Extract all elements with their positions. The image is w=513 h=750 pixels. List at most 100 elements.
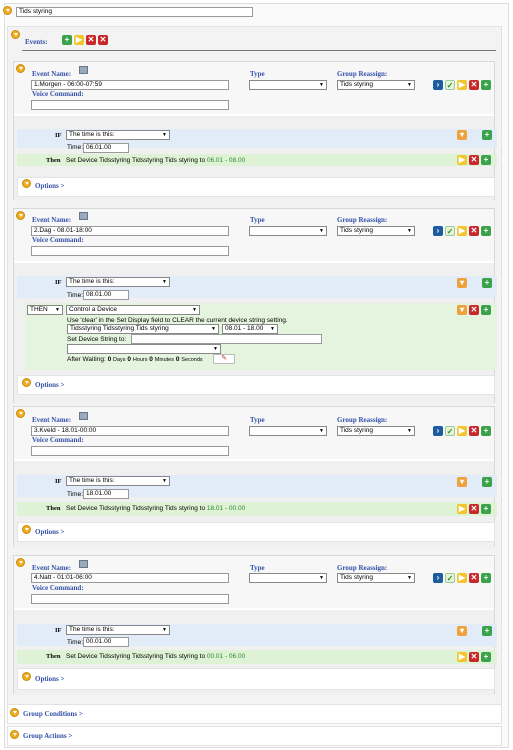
type-select[interactable] <box>249 80 327 90</box>
event-name-label: Event Name: <box>32 564 72 572</box>
event-name-input[interactable]: 4.Natt - 01:01-06:00 <box>31 573 229 583</box>
type-select[interactable] <box>249 573 327 583</box>
copy-event-icon[interactable]: + <box>481 80 491 90</box>
add-action-icon[interactable]: + <box>481 652 491 662</box>
group-reassign-select[interactable]: Tids styring <box>337 80 415 90</box>
test-event-icon[interactable]: ▶ <box>457 226 467 236</box>
time-input[interactable]: 08.01.00 <box>83 290 129 300</box>
condition-toggle-icon[interactable]: ▾ <box>457 477 467 487</box>
group-reassign-select[interactable]: Tids styring <box>337 573 415 583</box>
device-value-select[interactable]: 08.01 - 18.00 <box>222 324 278 334</box>
test-event-icon[interactable]: ▶ <box>457 426 467 436</box>
test-action-icon[interactable]: ▶ <box>457 155 467 165</box>
condition-select[interactable]: The time is this: <box>66 476 170 486</box>
enable-event-icon[interactable]: ✓ <box>445 226 455 236</box>
group-collapse-toggle[interactable] <box>3 6 12 15</box>
run-event-icon[interactable]: › <box>433 226 443 236</box>
options-link[interactable]: Options > <box>35 182 64 190</box>
test-action-icon[interactable]: ▶ <box>457 652 467 662</box>
condition-toggle-icon[interactable]: ▾ <box>457 130 467 140</box>
type-select[interactable] <box>249 226 327 236</box>
copy-event-icon[interactable]: + <box>481 573 491 583</box>
group-conditions-toggle[interactable] <box>10 708 19 717</box>
delete-events-icon[interactable]: ✕ <box>98 35 108 45</box>
event-name-input[interactable]: 1.Morgen - 06:00-07:59 <box>31 80 229 90</box>
type-select[interactable] <box>249 426 327 436</box>
after-waiting-row: After Waiting: 0 Days 0 Hours 0 Minutes … <box>67 356 203 363</box>
run-event-icon[interactable]: › <box>433 426 443 436</box>
test-event-icon[interactable]: ▶ <box>457 80 467 90</box>
group-name-input[interactable]: Tids styring <box>16 7 253 17</box>
options-link[interactable]: Options > <box>35 528 64 536</box>
delete-action-icon[interactable]: ✕ <box>469 504 479 514</box>
add-condition-icon[interactable]: + <box>482 626 492 636</box>
voice-command-input[interactable] <box>31 100 229 110</box>
edit-name-icon[interactable] <box>79 412 88 420</box>
add-condition-icon[interactable]: + <box>482 477 492 487</box>
events-collapse-toggle[interactable] <box>11 30 20 39</box>
options-link[interactable]: Options > <box>35 675 64 683</box>
set-string-input[interactable] <box>131 334 322 344</box>
delete-event-icon[interactable]: ✕ <box>469 573 479 583</box>
time-input[interactable]: 00.01.00 <box>83 637 129 647</box>
disable-events-icon[interactable]: ✕ <box>86 35 96 45</box>
add-action-icon[interactable]: + <box>481 504 491 514</box>
delete-event-icon[interactable]: ✕ <box>469 80 479 90</box>
edit-wait-icon[interactable]: ✎ <box>213 354 235 364</box>
group-actions-toggle[interactable] <box>10 730 19 739</box>
copy-event-icon[interactable]: + <box>481 426 491 436</box>
action-type-select[interactable]: Control a Device <box>66 305 200 315</box>
copy-event-icon[interactable]: + <box>481 226 491 236</box>
group-reassign-select[interactable]: Tids styring <box>337 426 415 436</box>
group-actions-link[interactable]: Group Actions > <box>23 732 72 740</box>
group-conditions-link[interactable]: Group Conditions > <box>23 710 83 718</box>
edit-name-icon[interactable] <box>79 66 88 74</box>
options-toggle[interactable] <box>22 179 31 188</box>
group-reassign-select[interactable]: Tids styring <box>337 226 415 236</box>
options-toggle[interactable] <box>22 525 31 534</box>
event-collapse-toggle[interactable] <box>16 211 25 220</box>
run-event-icon[interactable]: › <box>433 573 443 583</box>
voice-command-input[interactable] <box>31 594 229 604</box>
then-select[interactable]: THEN <box>27 305 63 315</box>
run-events-icon[interactable]: ▶ <box>74 35 84 45</box>
options-toggle[interactable] <box>22 378 31 387</box>
add-condition-icon[interactable]: + <box>482 278 492 288</box>
delete-action-icon[interactable]: ✕ <box>469 305 479 315</box>
device-select[interactable]: Tidsstyring Tidsstyring Tids styring <box>67 324 219 334</box>
delete-event-icon[interactable]: ✕ <box>469 226 479 236</box>
test-event-icon[interactable]: ▶ <box>457 573 467 583</box>
condition-select[interactable]: The time is this: <box>66 625 170 635</box>
options-link[interactable]: Options > <box>35 381 64 389</box>
edit-name-icon[interactable] <box>79 212 88 220</box>
delete-action-icon[interactable]: ✕ <box>469 155 479 165</box>
enable-event-icon[interactable]: ✓ <box>445 573 455 583</box>
time-input[interactable]: 18.01.00 <box>83 489 129 499</box>
edit-name-icon[interactable] <box>79 560 88 568</box>
string-option-select[interactable] <box>67 344 221 354</box>
options-toggle[interactable] <box>22 672 31 681</box>
test-action-icon[interactable]: ▶ <box>457 504 467 514</box>
event-collapse-toggle[interactable] <box>16 558 25 567</box>
event-name-input[interactable]: 3.Kveld - 18.01-00:00 <box>31 426 229 436</box>
time-input[interactable]: 06.01.00 <box>83 143 129 153</box>
condition-toggle-icon[interactable]: ▾ <box>457 626 467 636</box>
add-action-icon[interactable]: + <box>481 305 491 315</box>
condition-select[interactable]: The time is this: <box>66 277 170 287</box>
event-collapse-toggle[interactable] <box>16 64 25 73</box>
voice-command-input[interactable] <box>31 446 229 456</box>
add-condition-icon[interactable]: + <box>482 130 492 140</box>
enable-event-icon[interactable]: ✓ <box>445 426 455 436</box>
event-collapse-toggle[interactable] <box>16 409 25 418</box>
condition-toggle-icon[interactable]: ▾ <box>457 278 467 288</box>
run-event-icon[interactable]: › <box>433 80 443 90</box>
delete-event-icon[interactable]: ✕ <box>469 426 479 436</box>
delete-action-icon[interactable]: ✕ <box>469 652 479 662</box>
add-event-icon[interactable]: + <box>62 35 72 45</box>
add-action-icon[interactable]: + <box>481 155 491 165</box>
event-name-input[interactable]: 2.Dag - 08.01-18:00 <box>31 226 229 236</box>
action-toggle-icon[interactable]: ▾ <box>457 305 467 315</box>
condition-select[interactable]: The time is this: <box>66 130 170 140</box>
enable-event-icon[interactable]: ✓ <box>445 80 455 90</box>
voice-command-input[interactable] <box>31 246 229 256</box>
